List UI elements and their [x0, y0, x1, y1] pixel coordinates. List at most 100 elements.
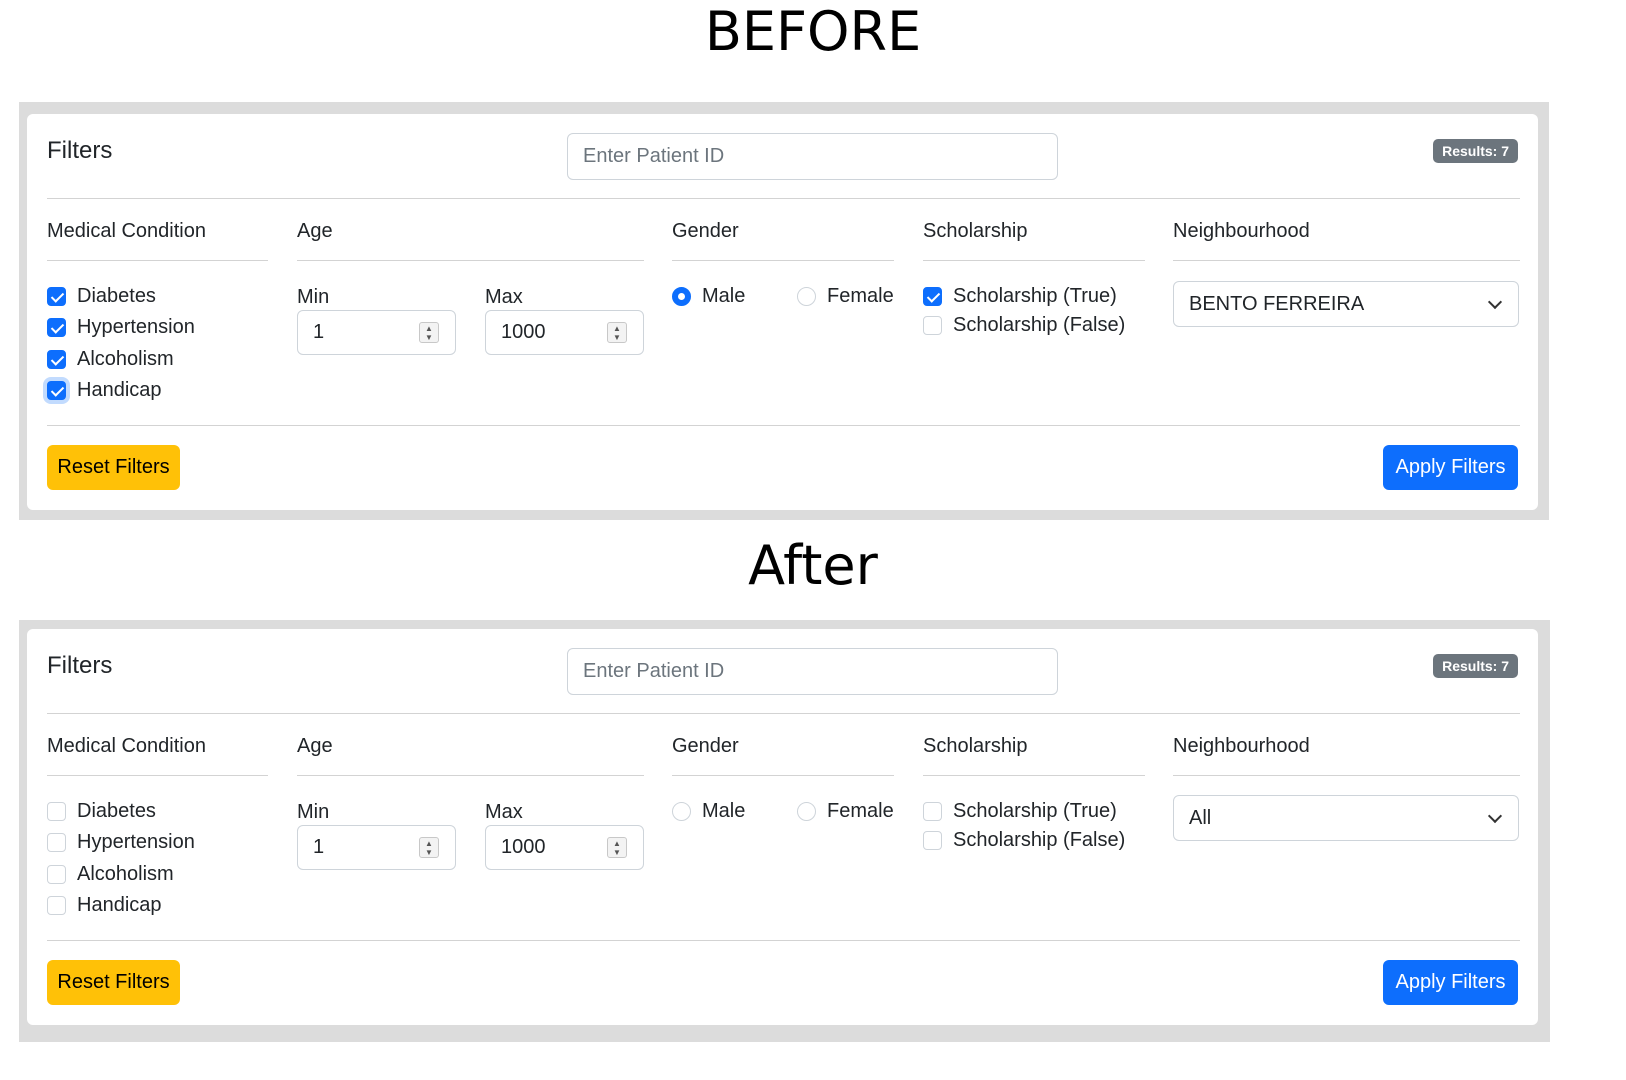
divider: [672, 260, 894, 261]
checkbox-diabetes[interactable]: Diabetes: [47, 800, 156, 823]
scholarship-true-box[interactable]: [923, 287, 942, 306]
hypertension-checkbox-box[interactable]: [47, 833, 66, 852]
radio-label: Female: [827, 285, 894, 307]
divider: [47, 260, 268, 261]
divider: [47, 198, 1520, 199]
handicap-checkbox-box[interactable]: [47, 381, 66, 400]
handicap-checkbox-box[interactable]: [47, 896, 66, 915]
filters-title: Filters: [47, 137, 113, 164]
divider: [1173, 260, 1520, 261]
apply-filters-button[interactable]: Apply Filters: [1383, 960, 1518, 1005]
age-max-value: 1000: [501, 321, 546, 343]
scholarship-false-box[interactable]: [923, 831, 942, 850]
checkbox-label: Diabetes: [77, 800, 156, 822]
age-max-input[interactable]: 1000 ▲ ▼: [485, 310, 644, 355]
gender-heading: Gender: [672, 220, 739, 242]
neighbourhood-selected-value: All: [1189, 806, 1212, 829]
radio-label: Female: [827, 800, 894, 822]
age-heading: Age: [297, 735, 333, 757]
neighbourhood-heading: Neighbourhood: [1173, 735, 1310, 757]
age-min-label: Min: [297, 286, 330, 308]
checkbox-label: Hypertension: [77, 316, 195, 338]
male-radio-circle[interactable]: [672, 802, 691, 821]
checkbox-scholarship-true[interactable]: Scholarship (True): [923, 800, 1117, 823]
age-max-label: Max: [485, 286, 523, 308]
spinner-icon[interactable]: ▲ ▼: [607, 837, 627, 858]
radio-label: Male: [702, 285, 746, 307]
reset-filters-button[interactable]: Reset Filters: [47, 445, 180, 490]
checkbox-alcoholism[interactable]: Alcoholism: [47, 863, 174, 886]
radio-label: Male: [702, 800, 746, 822]
age-min-value: 1: [313, 321, 325, 343]
spinner-icon[interactable]: ▲ ▼: [419, 837, 439, 858]
age-min-input[interactable]: 1 ▲ ▼: [297, 825, 456, 870]
neighbourhood-select[interactable]: All: [1173, 795, 1519, 841]
divider: [47, 425, 1520, 426]
scholarship-false-box[interactable]: [923, 316, 942, 335]
after-heading: After: [748, 534, 878, 597]
checkbox-alcoholism[interactable]: Alcoholism: [47, 348, 174, 371]
male-radio-circle[interactable]: [672, 287, 691, 306]
after-filter-card: Filters Results: 7 Medical Condition Age…: [27, 629, 1538, 1025]
spinner-icon[interactable]: ▲ ▼: [607, 322, 627, 343]
checkbox-label: Diabetes: [77, 285, 156, 307]
age-min-input[interactable]: 1 ▲ ▼: [297, 310, 456, 355]
checkbox-hypertension[interactable]: Hypertension: [47, 831, 195, 854]
radio-female[interactable]: Female: [797, 800, 894, 823]
divider: [672, 775, 894, 776]
medical-condition-heading: Medical Condition: [47, 220, 206, 242]
age-min-value: 1: [313, 836, 325, 858]
female-radio-circle[interactable]: [797, 802, 816, 821]
chevron-down-icon: [1487, 808, 1503, 824]
chevron-down-icon: [1487, 294, 1503, 310]
before-filter-card: Filters Results: 7 Medical Condition Age…: [27, 114, 1538, 510]
age-max-label: Max: [485, 801, 523, 823]
checkbox-label: Scholarship (True): [953, 285, 1117, 307]
checkbox-label: Scholarship (True): [953, 800, 1117, 822]
checkbox-label: Alcoholism: [77, 348, 174, 370]
neighbourhood-selected-value: BENTO FERREIRA: [1189, 292, 1365, 315]
alcoholism-checkbox-box[interactable]: [47, 865, 66, 884]
checkbox-scholarship-false[interactable]: Scholarship (False): [923, 829, 1125, 852]
divider: [297, 775, 644, 776]
scholarship-heading: Scholarship: [923, 220, 1028, 242]
before-heading: BEFORE: [704, 0, 922, 63]
patient-id-input[interactable]: [567, 133, 1058, 180]
checkbox-handicap[interactable]: Handicap: [47, 894, 162, 917]
diabetes-checkbox-box[interactable]: [47, 287, 66, 306]
apply-filters-button[interactable]: Apply Filters: [1383, 445, 1518, 490]
hypertension-checkbox-box[interactable]: [47, 318, 66, 337]
neighbourhood-select[interactable]: BENTO FERREIRA: [1173, 281, 1519, 327]
age-max-value: 1000: [501, 836, 546, 858]
checkbox-label: Handicap: [77, 379, 162, 401]
checkbox-scholarship-false[interactable]: Scholarship (False): [923, 314, 1125, 337]
scholarship-true-box[interactable]: [923, 802, 942, 821]
checkbox-label: Hypertension: [77, 831, 195, 853]
spinner-icon[interactable]: ▲ ▼: [419, 322, 439, 343]
divider: [47, 713, 1520, 714]
results-badge: Results: 7: [1433, 139, 1518, 163]
medical-condition-heading: Medical Condition: [47, 735, 206, 757]
divider: [923, 260, 1145, 261]
neighbourhood-heading: Neighbourhood: [1173, 220, 1310, 242]
checkbox-diabetes[interactable]: Diabetes: [47, 285, 156, 308]
patient-id-input[interactable]: [567, 648, 1058, 695]
radio-female[interactable]: Female: [797, 285, 894, 308]
diabetes-checkbox-box[interactable]: [47, 802, 66, 821]
scholarship-heading: Scholarship: [923, 735, 1028, 757]
filters-title: Filters: [47, 652, 113, 679]
radio-male[interactable]: Male: [672, 285, 745, 308]
divider: [1173, 775, 1520, 776]
female-radio-circle[interactable]: [797, 287, 816, 306]
checkbox-label: Scholarship (False): [953, 314, 1126, 336]
results-badge: Results: 7: [1433, 654, 1518, 678]
checkbox-handicap[interactable]: Handicap: [47, 379, 162, 402]
age-max-input[interactable]: 1000 ▲ ▼: [485, 825, 644, 870]
checkbox-scholarship-true[interactable]: Scholarship (True): [923, 285, 1117, 308]
alcoholism-checkbox-box[interactable]: [47, 350, 66, 369]
checkbox-label: Scholarship (False): [953, 829, 1126, 851]
reset-filters-button[interactable]: Reset Filters: [47, 960, 180, 1005]
radio-male[interactable]: Male: [672, 800, 745, 823]
divider: [297, 260, 644, 261]
checkbox-hypertension[interactable]: Hypertension: [47, 316, 195, 339]
